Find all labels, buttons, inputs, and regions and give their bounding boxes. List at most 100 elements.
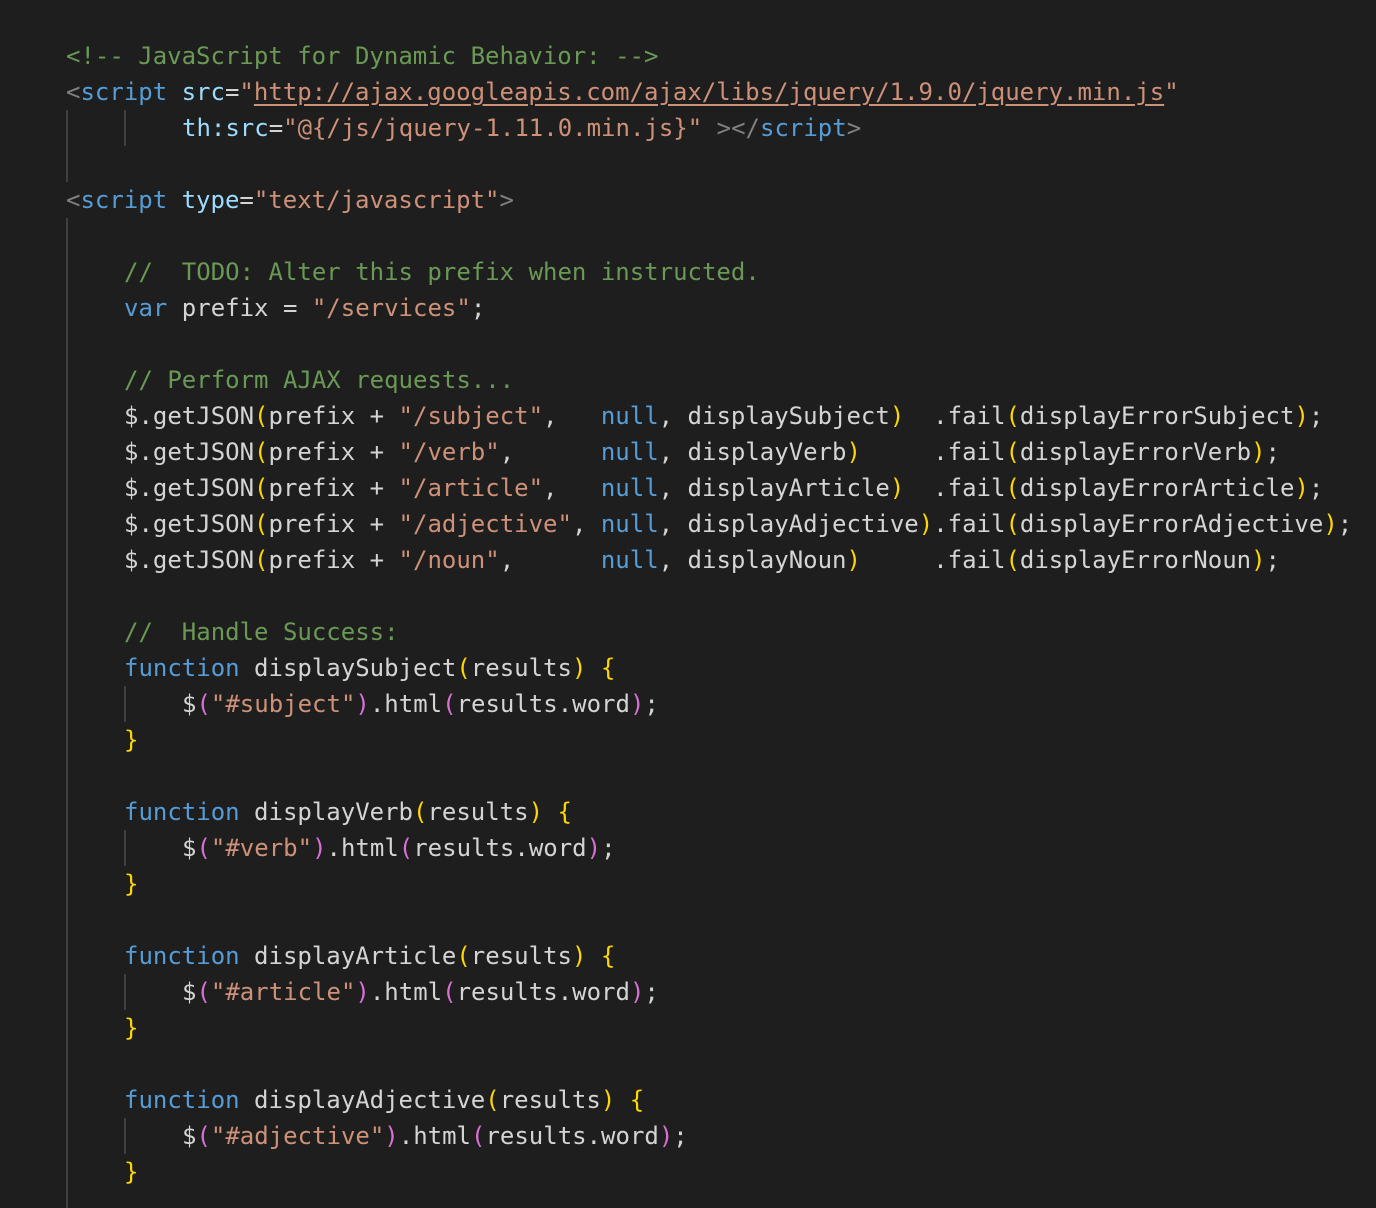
code-token-keyword: null [600,438,659,466]
code-token-ident: displayVerb [239,798,413,826]
code-token-paren2: ) [629,690,645,718]
code-token-paren2: ( [196,834,211,862]
indent-guide [124,974,126,1010]
code-token-paren1: ) [889,474,905,502]
code-line: <script src="http://ajax.googleapis.com/… [66,74,1179,110]
code-token-punct: ; [1265,438,1280,466]
code-token-ident: displaySubject [239,654,457,682]
code-line: th:src="@{/js/jquery-1.11.0.min.js}" ></… [182,110,861,146]
code-token-ident: results [470,654,572,682]
code-line: $.getJSON(prefix + "/article", null, dis… [124,470,1323,506]
code-token-string: "/adjective" [398,510,572,538]
code-token-punct: , displayAdjective [658,510,919,538]
code-token-string: " [239,78,254,106]
code-token-paren1: { [600,654,616,682]
code-token-paren2: ) [629,978,645,1006]
code-line: // TODO: Alter this prefix when instruct… [124,254,760,290]
code-token-paren2: ) [384,1122,399,1150]
code-token-tag-bracket: < [66,186,81,214]
code-token-attr: th:src [182,114,269,142]
code-token-ident: results [499,1086,601,1114]
code-token-ident: prefix + [268,546,399,574]
code-token-punct: , displayArticle [658,474,890,502]
code-token-tag-bracket: > [846,114,862,142]
code-token-ident: results.word [456,690,630,718]
code-token-punct: , displayNoun [658,546,847,574]
code-token-paren2: ( [442,690,457,718]
code-token-string: "/verb" [398,438,500,466]
code-token-keyword: function [124,1086,240,1114]
code-token-keyword: null [600,474,659,502]
code-editor[interactable]: <!-- JavaScript for Dynamic Behavior: --… [0,0,1376,1208]
code-token-keyword: null [600,546,659,574]
code-token-tag-bracket: ></ [716,114,760,142]
code-token-paren2: ( [398,834,414,862]
code-token-punct [167,186,181,214]
code-token-ident: $ [182,834,197,862]
code-line: } [124,1154,138,1190]
code-token-punct: .fail [904,474,1006,502]
code-token-paren1: ( [485,1086,500,1114]
code-token-punct: , [499,438,601,466]
code-token-keyword: null [600,510,659,538]
code-token-ident: $.getJSON [124,402,255,430]
code-token-string: "#verb" [210,834,313,862]
code-token-ident: $ [182,978,197,1006]
code-token-punct: , [499,546,601,574]
code-token-paren1: ( [1005,402,1020,430]
code-token-ident: results [470,942,572,970]
code-token-tag: script [760,114,847,142]
code-token-ident: displayErrorAdjective [1019,510,1324,538]
code-token-punct: , [543,474,601,502]
code-token-punct: ; [673,1122,688,1150]
code-token-punct: = [224,78,240,106]
code-token-comment: // TODO: Alter this prefix when instruct… [124,258,760,286]
code-token-paren1: ) [571,654,587,682]
code-token-punct: ; [644,690,659,718]
code-token-string: "#adjective" [210,1122,385,1150]
code-token-punct [586,942,600,970]
code-line: function displaySubject(results) { [124,650,615,686]
code-token-comment: // Handle Success: [124,618,399,646]
code-token-paren1: ) [889,402,905,430]
code-token-string: "text/javascript" [253,186,500,214]
code-token-string: "/subject" [398,402,544,430]
code-token-keyword: null [600,402,659,430]
code-token-paren1: ) [1294,402,1309,430]
code-token-ident: .html [369,690,443,718]
code-token-paren2: ( [442,978,457,1006]
code-token-punct: , [571,510,601,538]
code-token-paren2: ( [196,1122,211,1150]
code-token-paren1: ( [412,798,428,826]
code-token-tag: script [80,186,168,214]
code-line: } [124,1010,138,1046]
code-token-punct: .fail [933,510,1006,538]
code-line: function displayVerb(results) { [124,794,572,830]
code-token-paren1: ) [600,1086,616,1114]
code-line: <script type="text/javascript"> [66,182,514,218]
code-token-punct: = [268,114,284,142]
code-token-ident: .html [369,978,443,1006]
code-token-ident: $.getJSON [124,438,255,466]
code-line: $.getJSON(prefix + "/subject", null, dis… [124,398,1323,434]
code-token-paren2: ( [196,690,211,718]
code-token-ident: prefix + [268,438,399,466]
code-token-paren1: { [629,1086,645,1114]
code-token-keyword: var [124,294,168,322]
code-token-link[interactable]: http://ajax.googleapis.com/ajax/libs/jqu… [254,78,1164,106]
code-line: <!-- JavaScript for Dynamic Behavior: --… [66,38,658,74]
indent-guide [124,1118,126,1154]
code-line: } [124,722,138,758]
code-token-paren2: ) [586,834,602,862]
code-token-paren1: ( [254,438,269,466]
code-line: $.getJSON(prefix + "/noun", null, displa… [124,542,1280,578]
code-token-ident: .html [326,834,399,862]
code-token-punct: = [239,186,254,214]
code-token-ident: results.word [413,834,587,862]
indent-guide [66,218,68,1208]
code-token-paren1: ) [528,798,544,826]
code-token-punct: ; [1265,546,1280,574]
code-token-paren2: ) [658,1122,674,1150]
code-line: $.getJSON(prefix + "/verb", null, displa… [124,434,1280,470]
code-token-paren2: ) [355,978,370,1006]
